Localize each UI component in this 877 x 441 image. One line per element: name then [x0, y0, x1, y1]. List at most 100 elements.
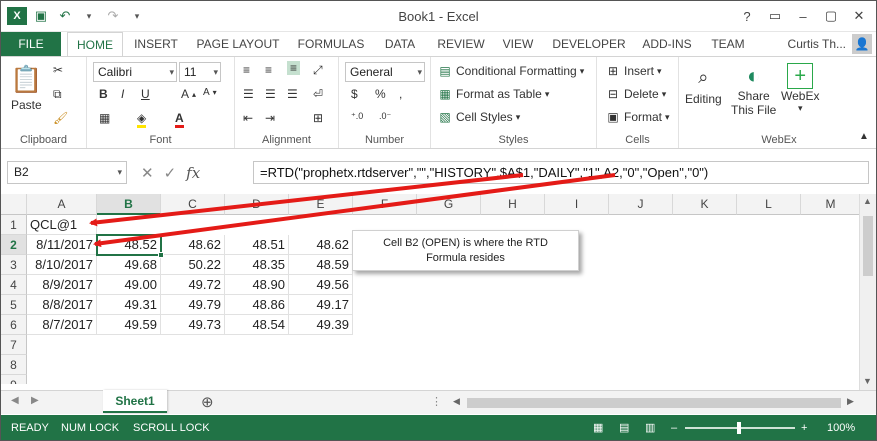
wrap-text-icon[interactable]: ⏎ — [313, 87, 323, 101]
column-header-e[interactable]: E — [289, 194, 353, 215]
column-header-j[interactable]: J — [609, 194, 673, 215]
cell-c2[interactable]: 48.62 — [161, 235, 225, 255]
bold-icon[interactable]: B — [99, 87, 108, 101]
hscroll-left-icon[interactable]: ◀ — [453, 396, 460, 407]
chevron-down-icon[interactable]: ▾ — [117, 162, 122, 183]
share-this-file-button[interactable]: ◐ Share This File — [731, 63, 776, 117]
column-header-k[interactable]: K — [673, 194, 737, 215]
cell-d2[interactable]: 48.51 — [225, 235, 289, 255]
cell-e4[interactable]: 49.56 — [289, 275, 353, 295]
tab-home[interactable]: HOME — [67, 32, 123, 57]
next-sheet-icon[interactable]: ▶ — [31, 395, 39, 406]
row-header[interactable]: 7 — [1, 335, 27, 355]
user-name[interactable]: Curtis Th... — [788, 37, 846, 51]
tab-view[interactable]: VIEW — [497, 32, 539, 56]
prev-sheet-icon[interactable]: ◀ — [11, 395, 19, 406]
row-header[interactable]: 5 — [1, 295, 27, 315]
zoom-out-icon[interactable]: – — [671, 415, 677, 440]
column-header-i[interactable]: I — [545, 194, 609, 215]
new-sheet-icon[interactable]: ⊕ — [201, 393, 214, 411]
increase-decimal-icon[interactable]: ⁺.0 — [351, 111, 363, 122]
percent-icon[interactable]: % — [375, 87, 386, 101]
borders-icon[interactable]: ▦ — [99, 111, 110, 125]
tab-page-layout[interactable]: PAGE LAYOUT — [191, 32, 285, 56]
grow-font-icon[interactable]: A ▴ — [181, 87, 196, 101]
cut-icon[interactable]: ✂ — [53, 63, 63, 77]
increase-indent-icon[interactable]: ⇥ — [265, 111, 275, 125]
number-format-select[interactable]: General ▾ — [345, 62, 425, 82]
row-header[interactable]: 6 — [1, 315, 27, 335]
column-header-c[interactable]: C — [161, 194, 225, 215]
align-middle-icon[interactable]: ≡ — [265, 63, 272, 77]
cell-e6[interactable]: 49.39 — [289, 315, 353, 335]
sheet-tab-sheet1[interactable]: Sheet1 — [103, 390, 167, 413]
comma-style-icon[interactable]: , — [399, 87, 402, 101]
cell-a6[interactable]: 8/7/2017 — [27, 315, 97, 335]
currency-icon[interactable]: $ — [351, 87, 358, 101]
column-header-b[interactable]: B — [97, 194, 161, 215]
cell-a5[interactable]: 8/8/2017 — [27, 295, 97, 315]
format-as-table-button[interactable]: ▦ Format as Table ▾ — [437, 86, 549, 102]
decrease-indent-icon[interactable]: ⇤ — [243, 111, 253, 125]
font-color-icon[interactable]: A — [175, 111, 184, 128]
zoom-in-icon[interactable]: + — [801, 415, 807, 440]
cell-d4[interactable]: 48.90 — [225, 275, 289, 295]
cell-e3[interactable]: 48.59 — [289, 255, 353, 275]
tab-data[interactable]: DATA — [377, 32, 423, 56]
column-header-a[interactable]: A — [27, 194, 97, 215]
tab-review[interactable]: REVIEW — [433, 32, 489, 56]
font-name-select[interactable]: Calibri ▾ — [93, 62, 177, 82]
ribbon-display-icon[interactable]: ▭ — [762, 5, 788, 27]
tab-insert[interactable]: INSERT — [129, 32, 183, 56]
column-header-m[interactable]: M — [801, 194, 859, 215]
tab-add-ins[interactable]: ADD-INS — [635, 32, 699, 56]
select-all-corner[interactable] — [1, 194, 27, 215]
cell-a1[interactable]: QCL@1 — [27, 215, 97, 235]
enter-icon[interactable]: ✓ — [164, 164, 177, 182]
cell-b3[interactable]: 49.68 — [97, 255, 161, 275]
cell-d6[interactable]: 48.54 — [225, 315, 289, 335]
insert-function-icon[interactable]: fx — [186, 164, 200, 182]
horizontal-scrollbar[interactable] — [467, 398, 841, 408]
delete-cells-button[interactable]: ⊟ Delete ▾ — [605, 86, 666, 102]
scroll-up-icon[interactable]: ▲ — [863, 196, 872, 206]
cell-styles-button[interactable]: ▧ Cell Styles ▾ — [437, 109, 520, 125]
formula-input[interactable]: =RTD("prophetx.rtdserver","","HISTORY",$… — [253, 161, 869, 184]
tab-developer[interactable]: DEVELOPER — [549, 32, 629, 56]
cell-c4[interactable]: 49.72 — [161, 275, 225, 295]
cell-e5[interactable]: 49.17 — [289, 295, 353, 315]
cell-b2[interactable]: 48.52 — [97, 235, 161, 255]
cell-c6[interactable]: 49.73 — [161, 315, 225, 335]
merge-center-icon[interactable]: ⊞ — [313, 111, 323, 125]
account-area[interactable]: Curtis Th... 👤 — [788, 34, 872, 54]
cell-b5[interactable]: 49.31 — [97, 295, 161, 315]
underline-icon[interactable]: U — [141, 87, 150, 101]
column-header-g[interactable]: G — [417, 194, 481, 215]
cell-b4[interactable]: 49.00 — [97, 275, 161, 295]
close-icon[interactable]: ✕ — [846, 5, 872, 27]
vertical-scrollbar[interactable]: ▲ ▼ — [859, 194, 876, 412]
italic-icon[interactable]: I — [121, 87, 124, 101]
name-box[interactable]: B2 ▾ — [7, 161, 127, 184]
copy-icon[interactable]: ⧉ — [53, 87, 62, 102]
webex-button[interactable]: + WebEx ▾ — [781, 63, 819, 114]
row-header[interactable]: 4 — [1, 275, 27, 295]
column-header-f[interactable]: F — [353, 194, 417, 215]
row-header[interactable]: 2 — [1, 235, 27, 255]
cell-c5[interactable]: 49.79 — [161, 295, 225, 315]
align-left-icon[interactable]: ☰ — [243, 87, 254, 101]
row-header[interactable]: 3 — [1, 255, 27, 275]
cell-b6[interactable]: 49.59 — [97, 315, 161, 335]
align-center-icon[interactable]: ☰ — [265, 87, 276, 101]
editing-button[interactable]: ⌕ Editing — [685, 65, 722, 107]
minimize-icon[interactable]: – — [790, 5, 816, 27]
maximize-icon[interactable]: ▢ — [818, 5, 844, 27]
column-header-d[interactable]: D — [225, 194, 289, 215]
fill-color-icon[interactable]: ◈ — [137, 111, 147, 128]
zoom-level[interactable]: 100% — [827, 415, 855, 440]
decrease-decimal-icon[interactable]: .0⁻ — [379, 111, 391, 122]
font-size-select[interactable]: 11 ▾ — [179, 62, 221, 82]
normal-view-icon[interactable]: ▦ — [593, 415, 603, 440]
tab-formulas[interactable]: FORMULAS — [293, 32, 369, 56]
cell-c3[interactable]: 50.22 — [161, 255, 225, 275]
